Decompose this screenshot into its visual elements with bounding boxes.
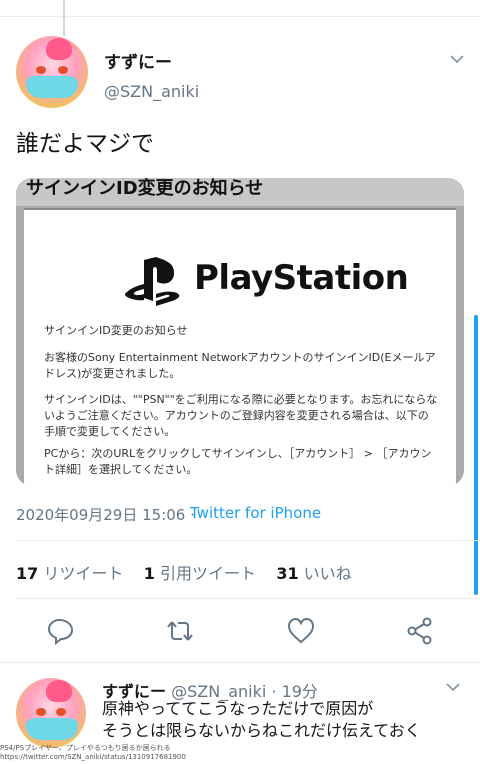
divider — [16, 540, 480, 541]
email-line-pc: PCから：次のURLをクリックしてサインインし、［アカウント］ > ［アカウント… — [44, 447, 432, 476]
share-icon[interactable] — [405, 616, 435, 646]
tweet-timestamp[interactable]: 2020年09月29日 15:06 · — [16, 504, 195, 525]
scrollbar[interactable] — [474, 315, 478, 595]
playstation-wordmark: PlayStation — [194, 258, 409, 298]
likes-stat[interactable]: 31 いいね — [276, 564, 351, 583]
reply-avatar[interactable] — [16, 678, 86, 748]
divider — [16, 598, 480, 599]
email-line-title: サインインID変更のお知らせ — [44, 324, 188, 337]
reply-text: 原神やっててこうなっただけで原因が そうとは限らないからねこれだけ伝えておく — [102, 699, 421, 740]
quotes-stat[interactable]: 1 引用ツイート — [144, 564, 256, 583]
email-line-changed: お客様のSony Entertainment Networkアカウントのサインイ… — [44, 351, 436, 380]
author-name[interactable]: すずにー — [104, 48, 172, 73]
tweet-stats: 17 リツイート 1 引用ツイート 31 いいね — [16, 560, 352, 584]
email-line-notice: サインインIDは、""PSN""をご利用になる際に必要となります。お忘れにならな… — [44, 393, 438, 438]
tweet-media-image[interactable]: サインインID変更のお知らせ PlayStation サインインID変更のお知ら… — [16, 178, 464, 486]
top-divider — [0, 16, 480, 17]
media-header-bar: サインインID変更のお知らせ — [16, 178, 464, 206]
avatar[interactable] — [16, 36, 88, 108]
watermark: PS4/PSプレイヤー、プレイやるつもり居るか居られる https://twit… — [0, 744, 186, 761]
email-body: PlayStation サインインID変更のお知らせ お客様のSony Ente… — [24, 208, 456, 486]
retweets-stat[interactable]: 17 リツイート — [16, 564, 123, 583]
tweet-text: 誰だよマジで — [16, 131, 154, 157]
media-header-text: サインインID変更のお知らせ — [26, 178, 264, 199]
divider — [0, 662, 480, 663]
like-heart-icon[interactable] — [286, 616, 316, 646]
chevron-down-icon[interactable] — [448, 50, 466, 68]
author-handle[interactable]: @SZN_aniki — [104, 82, 199, 101]
retweet-icon[interactable] — [165, 616, 195, 646]
playstation-logo-icon — [124, 257, 180, 306]
chevron-down-icon[interactable] — [444, 678, 462, 696]
reply-icon[interactable] — [46, 616, 76, 646]
thread-line — [63, 0, 65, 36]
tweet-source-link[interactable]: Twitter for iPhone — [190, 504, 321, 522]
